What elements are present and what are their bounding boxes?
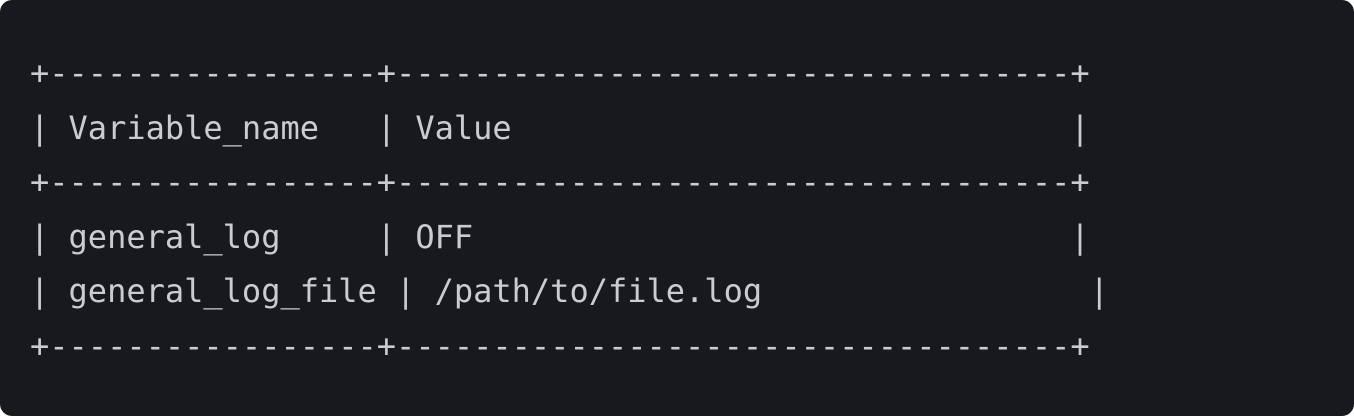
table-row: | general_log_file | /path/to/file.log | <box>30 272 1109 311</box>
table-header-separator: +-----------------+---------------------… <box>30 163 1090 202</box>
table-border-top: +-----------------+---------------------… <box>30 54 1090 92</box>
code-output-panel: +-----------------+---------------------… <box>0 0 1354 416</box>
sql-result-table: +-----------------+---------------------… <box>30 46 1354 374</box>
table-header-row: | Variable_name | Value | <box>30 108 1090 147</box>
table-row: | general_log | OFF | <box>30 217 1090 256</box>
table-border-bottom: +-----------------+---------------------… <box>30 326 1090 365</box>
